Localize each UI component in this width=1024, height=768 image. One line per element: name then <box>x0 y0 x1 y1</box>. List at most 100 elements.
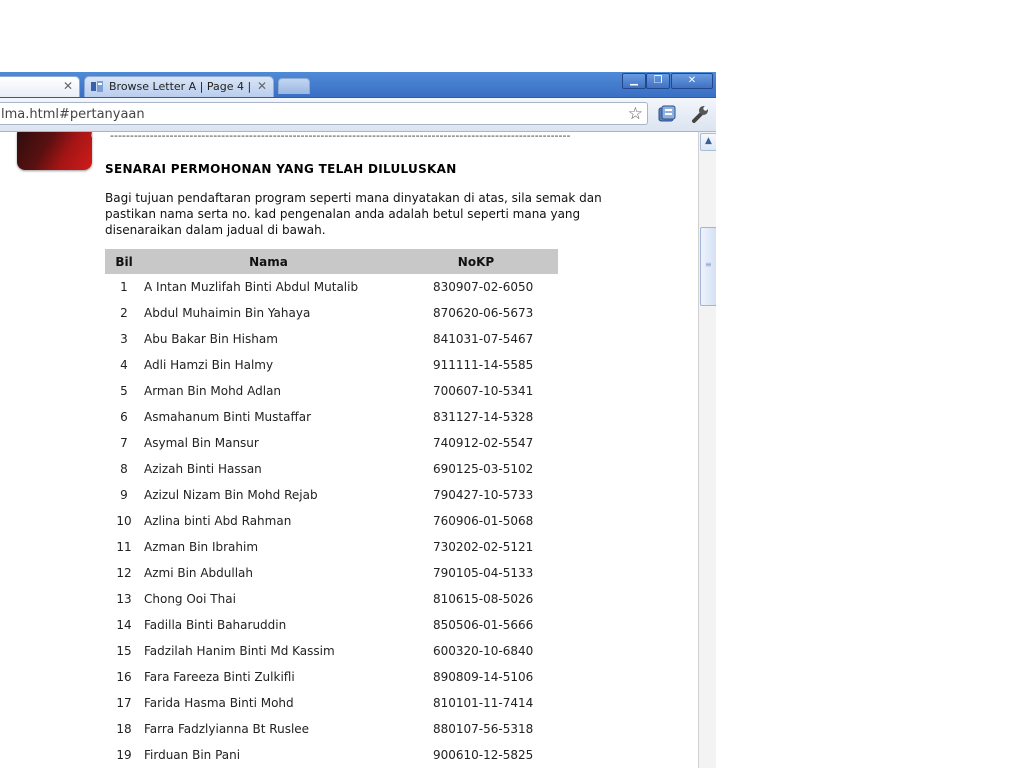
row-bil: 7 <box>120 436 128 450</box>
scroll-thumb[interactable]: ≡ <box>700 227 716 306</box>
header-nokp: NoKP <box>394 249 558 274</box>
row-nokp: 830907-02-6050 <box>433 280 534 294</box>
intro-text: Bagi tujuan pendaftaran program seperti … <box>105 191 602 237</box>
restore-button[interactable]: ❐ <box>646 73 670 89</box>
table-row: 15 Fadzilah Hanim Binti Md Kassim 600320-1… <box>105 638 558 664</box>
row-nama: Adli Hamzi Bin Halmy <box>144 358 274 372</box>
divider: ----------------------------------------… <box>110 132 571 142</box>
row-bil: 6 <box>120 410 128 424</box>
row-nama: A Intan Muzlifah Binti Abdul Mutalib <box>144 280 359 294</box>
row-nama: Abu Bakar Bin Hisham <box>144 332 278 346</box>
row-bil: 4 <box>120 358 128 372</box>
row-nama: Firduan Bin Pani <box>144 748 241 762</box>
row-nama: Farida Hasma Binti Mohd <box>144 696 294 710</box>
approved-list-table: Bil Nama NoKP 1 A Intan Muzlifah Binti Ab… <box>105 249 558 768</box>
table-row: 1 A Intan Muzlifah Binti Abdul Mutalib 830… <box>105 274 558 300</box>
new-tab-button[interactable] <box>278 78 310 94</box>
table-row: 2 Abdul Muhaimin Bin Yahaya 870620-06-5673 <box>105 300 558 326</box>
row-bil: 16 <box>116 670 132 684</box>
row-bil: 14 <box>116 618 132 632</box>
row-bil: 18 <box>116 722 132 736</box>
page-viewport: ceo ------------------------------------… <box>0 132 698 768</box>
tab-first[interactable]: ✕ <box>0 76 80 97</box>
table-row: 5 Arman Bin Mohd Adlan 700607-10-5341 <box>105 378 558 404</box>
table-header-row: Bil Nama NoKP <box>105 249 558 274</box>
row-nokp: 730202-02-5121 <box>433 540 534 554</box>
row-nokp: 831127-14-5328 <box>433 410 534 424</box>
row-nokp: 900610-12-5825 <box>433 748 534 762</box>
table-body: 1 A Intan Muzlifah Binti Abdul Mutalib 830… <box>105 274 558 768</box>
row-bil: 11 <box>116 540 132 554</box>
row-nama: Azizah Binti Hassan <box>144 462 262 476</box>
wrench-icon[interactable] <box>690 104 710 124</box>
favicon-icon <box>91 81 103 92</box>
url-text[interactable]: lma.html#pertanyaan <box>1 107 145 122</box>
address-bar[interactable]: lma.html#pertanyaan ☆ <box>0 102 648 125</box>
row-nama: Azlina binti Abd Rahman <box>144 514 292 528</box>
row-bil: 17 <box>116 696 132 710</box>
row-nokp: 760906-01-5068 <box>433 514 534 528</box>
row-bil: 5 <box>120 384 128 398</box>
row-nokp: 850506-01-5666 <box>433 618 534 632</box>
table-row: 9 Azizul Nizam Bin Mohd Rejab 790427-10-57… <box>105 482 558 508</box>
scrollbar[interactable]: ▲ ≡ <box>698 132 716 768</box>
close-window-button[interactable]: ✕ <box>671 73 713 89</box>
row-bil: 15 <box>116 644 132 658</box>
row-nama: Fadilla Binti Baharuddin <box>144 618 287 632</box>
row-nama: Arman Bin Mohd Adlan <box>144 384 282 398</box>
row-nokp: 870620-06-5673 <box>433 306 534 320</box>
row-nokp: 790427-10-5733 <box>433 488 534 502</box>
table-row: 8 Azizah Binti Hassan 690125-03-5102 <box>105 456 558 482</box>
page-icon[interactable] <box>657 104 677 123</box>
table-row: 6 Asmahanum Binti Mustaffar 831127-14-5328 <box>105 404 558 430</box>
table-row: 4 Adli Hamzi Bin Halmy 911111-14-5585 <box>105 352 558 378</box>
logo: ceo <box>17 132 92 170</box>
table-row: 7 Asymal Bin Mansur 740912-02-5547 <box>105 430 558 456</box>
row-nokp: 810615-08-5026 <box>433 592 534 606</box>
minimize-button[interactable]: ▁ <box>622 73 646 89</box>
row-nokp: 911111-14-5585 <box>433 358 534 372</box>
row-nokp: 841031-07-5467 <box>433 332 534 346</box>
close-icon[interactable]: ✕ <box>63 79 73 93</box>
star-icon[interactable]: ☆ <box>628 104 643 124</box>
row-nokp: 890809-14-5106 <box>433 670 534 684</box>
table-row: 16 Fara Fareeza Binti Zulkifli 890809-14-5… <box>105 664 558 690</box>
row-bil: 10 <box>116 514 132 528</box>
row-bil: 13 <box>116 592 132 606</box>
header-bil: Bil <box>105 249 143 274</box>
row-nokp: 740912-02-5547 <box>433 436 534 450</box>
row-nama: Asmahanum Binti Mustaffar <box>144 410 312 424</box>
row-nama: Azman Bin Ibrahim <box>144 540 259 554</box>
row-nama: Fara Fareeza Binti Zulkifli <box>144 670 295 684</box>
row-bil: 9 <box>120 488 128 502</box>
row-nama: Asymal Bin Mansur <box>144 436 259 450</box>
row-nama: Abdul Muhaimin Bin Yahaya <box>144 306 311 320</box>
table-row: 13 Chong Ooi Thai 810615-08-5026 <box>105 586 558 612</box>
row-bil: 3 <box>120 332 128 346</box>
row-nama: Azizul Nizam Bin Mohd Rejab <box>144 488 318 502</box>
row-nama: Farra Fadzlyianna Bt Ruslee <box>144 722 310 736</box>
row-nama: Fadzilah Hanim Binti Md Kassim <box>144 644 335 658</box>
table-row: 17 Farida Hasma Binti Mohd 810101-11-7414 <box>105 690 558 716</box>
row-bil: 2 <box>120 306 128 320</box>
row-bil: 12 <box>116 566 132 580</box>
row-nokp: 790105-04-5133 <box>433 566 534 580</box>
row-nokp: 810101-11-7414 <box>433 696 534 710</box>
row-bil: 19 <box>116 748 132 762</box>
section-title: SENARAI PERMOHONAN YANG TELAH DILULUSKAN <box>105 162 457 176</box>
grip-icon: ≡ <box>705 260 712 269</box>
row-nokp: 600320-10-6840 <box>433 644 534 658</box>
row-nokp: 880107-56-5318 <box>433 722 534 736</box>
scroll-up-button[interactable]: ▲ <box>700 133 716 151</box>
table-row: 14 Fadilla Binti Baharuddin 850506-01-5666 <box>105 612 558 638</box>
close-icon[interactable]: ✕ <box>257 79 267 93</box>
tab-browse-letter[interactable]: Browse Letter A | Page 4 | Fr ✕ <box>84 76 274 97</box>
row-nokp: 700607-10-5341 <box>433 384 534 398</box>
table-row: 12 Azmi Bin Abdullah 790105-04-5133 <box>105 560 558 586</box>
row-nokp: 690125-03-5102 <box>433 462 534 476</box>
table-row: 11 Azman Bin Ibrahim 730202-02-5121 <box>105 534 558 560</box>
tab-title: Browse Letter A | Page 4 | Fr <box>109 80 255 93</box>
row-nama: Chong Ooi Thai <box>144 592 236 606</box>
logo-text: ceo <box>88 132 92 140</box>
table-row: 3 Abu Bakar Bin Hisham 841031-07-5467 <box>105 326 558 352</box>
